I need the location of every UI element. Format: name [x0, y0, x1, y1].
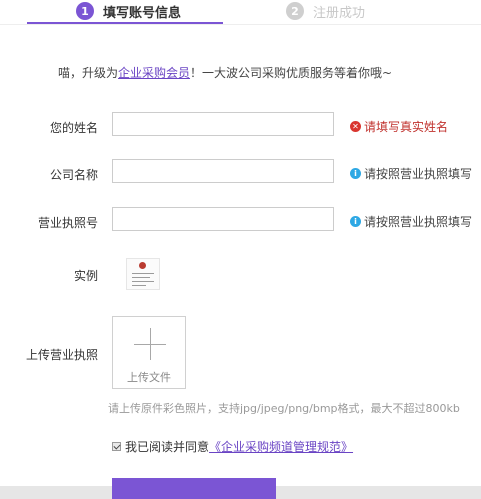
intro-text: 喵，升级为企业采购会员！一大波公司采购优质服务等着你哦~: [58, 64, 392, 81]
name-field[interactable]: [112, 112, 334, 136]
policy-link[interactable]: 《企业采购频道管理规范》: [209, 438, 353, 455]
agreement-text: 我已阅读并同意: [125, 440, 210, 454]
license-hint: i 请按照营业执照填写: [350, 213, 472, 230]
agreement-checkbox[interactable]: [112, 442, 121, 451]
step-2: 2 注册成功: [286, 0, 365, 22]
company-hint-text: 请按照营业执照填写: [364, 167, 473, 181]
name-hint-text: 请填写真实姓名: [364, 120, 449, 134]
seal-icon: [139, 262, 146, 269]
submit-button[interactable]: [112, 478, 276, 499]
error-x-icon: ✕: [350, 121, 361, 132]
example-label: 实例: [73, 269, 98, 283]
step-2-label: 注册成功: [313, 5, 366, 21]
step-2-number: 2: [286, 2, 304, 20]
steps-divider: [0, 24, 481, 25]
name-label: 您的姓名: [49, 121, 98, 135]
step-1-number: 1: [76, 2, 94, 20]
step-indicator: 1 填写账号信息 2 注册成功: [0, 0, 481, 26]
agreement: 我已阅读并同意 《企业采购频道管理规范》: [112, 438, 353, 455]
sample-line: [132, 285, 146, 286]
enterprise-member-link[interactable]: 企业采购会员: [118, 66, 190, 80]
upload-note: 请上传原件彩色照片，支持jpg/jpeg/png/bmp格式，最大不超过800k…: [108, 402, 460, 415]
upload-file-label: 上传文件: [127, 371, 171, 384]
license-label: 营业执照号: [37, 216, 98, 230]
info-icon: i: [350, 216, 361, 227]
company-label: 公司名称: [49, 168, 98, 182]
step-1: 1 填写账号信息: [76, 0, 181, 22]
upload-file-button[interactable]: 上传文件: [112, 316, 186, 389]
company-hint: i 请按照营业执照填写: [350, 165, 472, 182]
intro-after: ！一大波公司采购优质服务等着你哦~: [190, 66, 393, 80]
intro-before: 喵，升级为: [58, 66, 119, 80]
license-sample-thumbnail[interactable]: [126, 258, 160, 290]
company-field[interactable]: [112, 159, 334, 183]
step-1-label: 填写账号信息: [103, 5, 182, 21]
info-icon: i: [350, 168, 361, 179]
sample-line: [132, 277, 150, 278]
plus-icon-vertical: [150, 328, 151, 360]
license-hint-text: 请按照营业执照填写: [364, 215, 473, 229]
license-field[interactable]: [112, 207, 334, 231]
upload-label: 上传营业执照: [25, 348, 98, 362]
sample-line: [132, 273, 154, 274]
name-hint: ✕ 请填写真实姓名: [350, 118, 448, 135]
sample-line: [132, 281, 154, 282]
